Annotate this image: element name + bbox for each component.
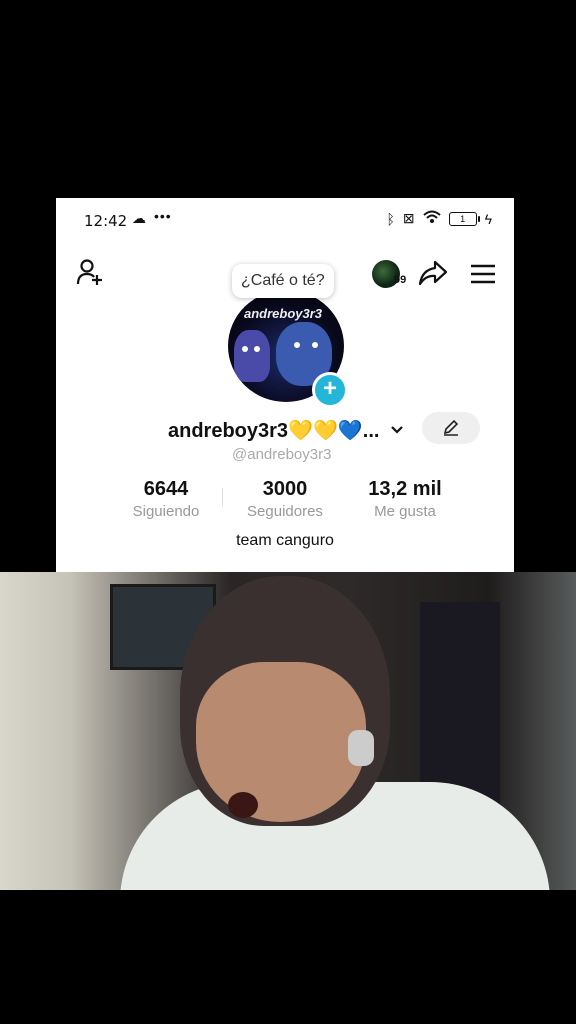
stat-label: Siguiendo [132,503,200,520]
stat-likes[interactable]: 13,2 mil Me gusta [360,478,450,520]
status-bar: 12:42 ☁ ••• ᛒ ⊠ 1 ϟ [56,198,514,242]
note-bubble[interactable]: ¿Café o té? [232,264,334,298]
stat-value: 13,2 mil [368,478,442,500]
avatar-eye [294,342,300,348]
name-row: andreboy3r3💛💛💙... [56,412,514,448]
stat-label: Seguidores [247,503,323,520]
wifi-icon [422,210,441,227]
avatar-eye [254,346,260,352]
avatar-character [234,330,270,382]
weather-icon: ☁ [132,210,146,226]
battery-icon: 1 [448,211,480,226]
pencil-icon [443,419,459,436]
add-user-icon [76,259,102,285]
profile-handle: @andreboy3r3 [232,446,332,463]
avatar-caption: andreboy3r3 [244,306,323,321]
display-name: andreboy3r3💛💛💙... [168,420,380,442]
status-icons: ᛒ ⊠ 1 ϟ [386,210,492,227]
person-mouth [228,792,258,818]
edit-profile-button[interactable] [422,412,480,444]
stat-label: Me gusta [374,503,436,520]
stat-value: 3000 [262,478,308,500]
add-friend-button[interactable] [76,258,106,291]
avatar-eye [312,342,318,348]
stat-value: 6644 [143,478,189,500]
sim-off-icon: ⊠ [402,210,415,226]
share-button[interactable] [418,260,448,291]
menu-button[interactable] [470,264,496,289]
stat-followers[interactable]: 3000 Seguidores [240,478,330,520]
person-face [196,662,366,822]
more-notifications-icon: ••• [154,208,172,224]
reaction-video [0,572,576,890]
charging-icon: ϟ [484,210,492,227]
add-story-plus-icon[interactable]: + [312,372,348,408]
share-icon [418,260,448,286]
chevron-down-icon[interactable] [390,422,404,440]
hamburger-icon [471,264,495,284]
profile-card: 12:42 ☁ ••• ᛒ ⊠ 1 ϟ 99 andreboy3r3 ¿Café… [56,198,514,572]
bluetooth-icon: ᛒ [386,210,395,227]
notification-badge: 99 [394,274,407,286]
stat-following[interactable]: 6644 Siguiendo [126,478,206,520]
status-time: 12:42 [84,212,128,230]
profile-bio: team canguro [236,532,334,549]
headset-icon [348,730,374,766]
avatar-eye [242,346,248,352]
stat-divider [222,488,223,506]
